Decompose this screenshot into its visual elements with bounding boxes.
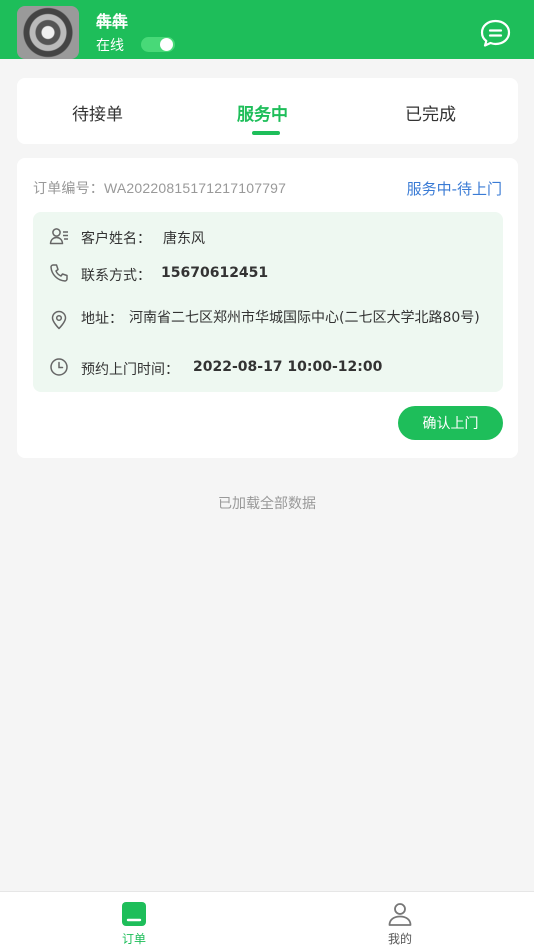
online-toggle[interactable] xyxy=(141,37,175,52)
online-status-label: 在线 xyxy=(96,38,124,54)
order-number: 订单编号：WA20220815171217107797 xyxy=(33,180,287,196)
customer-icon xyxy=(49,228,68,245)
user-name: 犇犇 xyxy=(96,12,129,31)
nav-item-orders[interactable]: 订单 xyxy=(74,892,194,950)
order-info-box: 客户姓名： 唐东风 联系方式： 15670612451 地址： 河南省二七区郑州… xyxy=(33,212,503,392)
toggle-knob xyxy=(160,38,173,51)
appointment-time: 2022-08-17 10:00-12:00 xyxy=(193,359,383,375)
order-status: 服务中-待上门 xyxy=(406,180,502,198)
phone-number[interactable]: 15670612451 xyxy=(161,265,268,281)
active-tab-indicator xyxy=(252,131,280,135)
nav-orders-label: 订单 xyxy=(121,932,146,946)
order-card[interactable]: 订单编号：WA20220815171217107797 服务中-待上门 客户姓名… xyxy=(17,158,518,458)
tab-completed[interactable]: 已完成 xyxy=(405,100,456,125)
clock-icon xyxy=(50,358,68,376)
order-icon xyxy=(122,902,146,926)
order-tabs: 待接单 服务中 已完成 xyxy=(17,78,518,144)
confirm-arrival-button[interactable]: 确认上门 xyxy=(398,406,503,440)
avatar[interactable] xyxy=(17,6,79,59)
nav-me-label: 我的 xyxy=(387,932,412,946)
customer-name: 唐东风 xyxy=(163,231,205,247)
message-icon[interactable] xyxy=(480,19,511,47)
customer-label: 客户姓名： xyxy=(81,231,151,247)
app-header: 犇犇 在线 xyxy=(0,0,534,59)
user-icon xyxy=(388,903,412,926)
bottom-nav: 订单 我的 xyxy=(0,891,534,950)
tab-pending[interactable]: 待接单 xyxy=(72,100,123,125)
appointment-label: 预约上门时间： xyxy=(81,362,179,378)
location-icon xyxy=(51,310,67,330)
tab-in-service[interactable]: 服务中 xyxy=(237,100,288,125)
nav-item-me[interactable]: 我的 xyxy=(340,892,460,950)
phone-label: 联系方式： xyxy=(81,268,151,284)
address-value: 河南省二七区郑州市华城国际中心(二七区大学北路80号) xyxy=(129,310,480,326)
address-label: 地址： xyxy=(81,311,123,327)
loaded-all-tip: 已加载全部数据 xyxy=(218,496,316,512)
phone-icon xyxy=(50,264,68,282)
